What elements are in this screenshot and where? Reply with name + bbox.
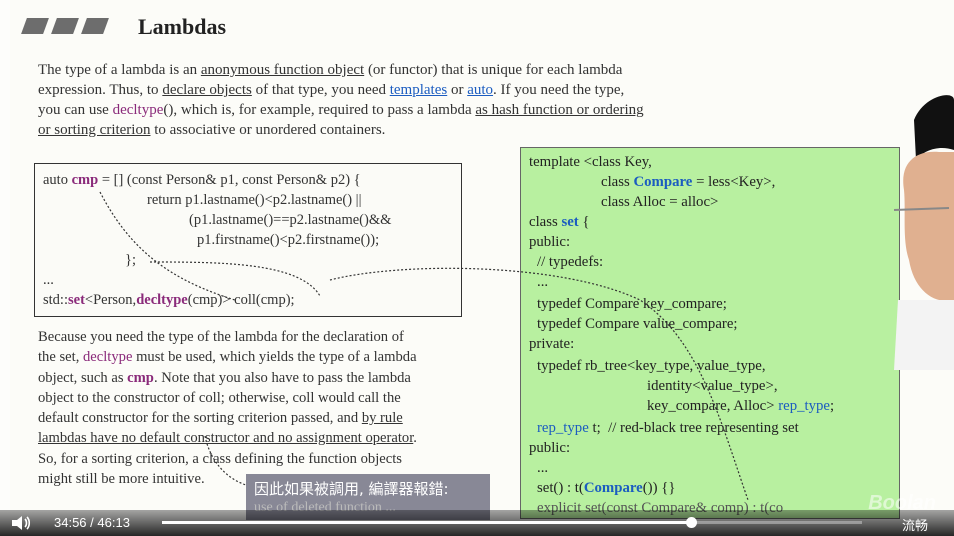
total-time: 46:13 <box>97 515 130 530</box>
time-display: 34:56 / 46:13 <box>54 515 130 530</box>
progress-bar[interactable] <box>162 517 862 528</box>
annotation-arrow <box>99 191 236 301</box>
video-controls: 34:56 / 46:13 流畅 <box>0 510 954 536</box>
annotation-arrows <box>99 191 749 501</box>
annotation-arrow <box>204 435 247 486</box>
current-time: 34:56 <box>54 515 87 530</box>
speaker-icon[interactable] <box>10 514 32 532</box>
annotation-arrow <box>329 267 749 501</box>
progress-fill <box>162 521 692 524</box>
presenter <box>894 95 954 370</box>
progress-handle[interactable] <box>686 517 698 528</box>
quality-selector[interactable]: 流畅 <box>902 515 928 534</box>
subtitle-text: 因此如果被調用, 編譯器報錯: <box>254 480 449 498</box>
annotation-arrow <box>149 261 321 297</box>
